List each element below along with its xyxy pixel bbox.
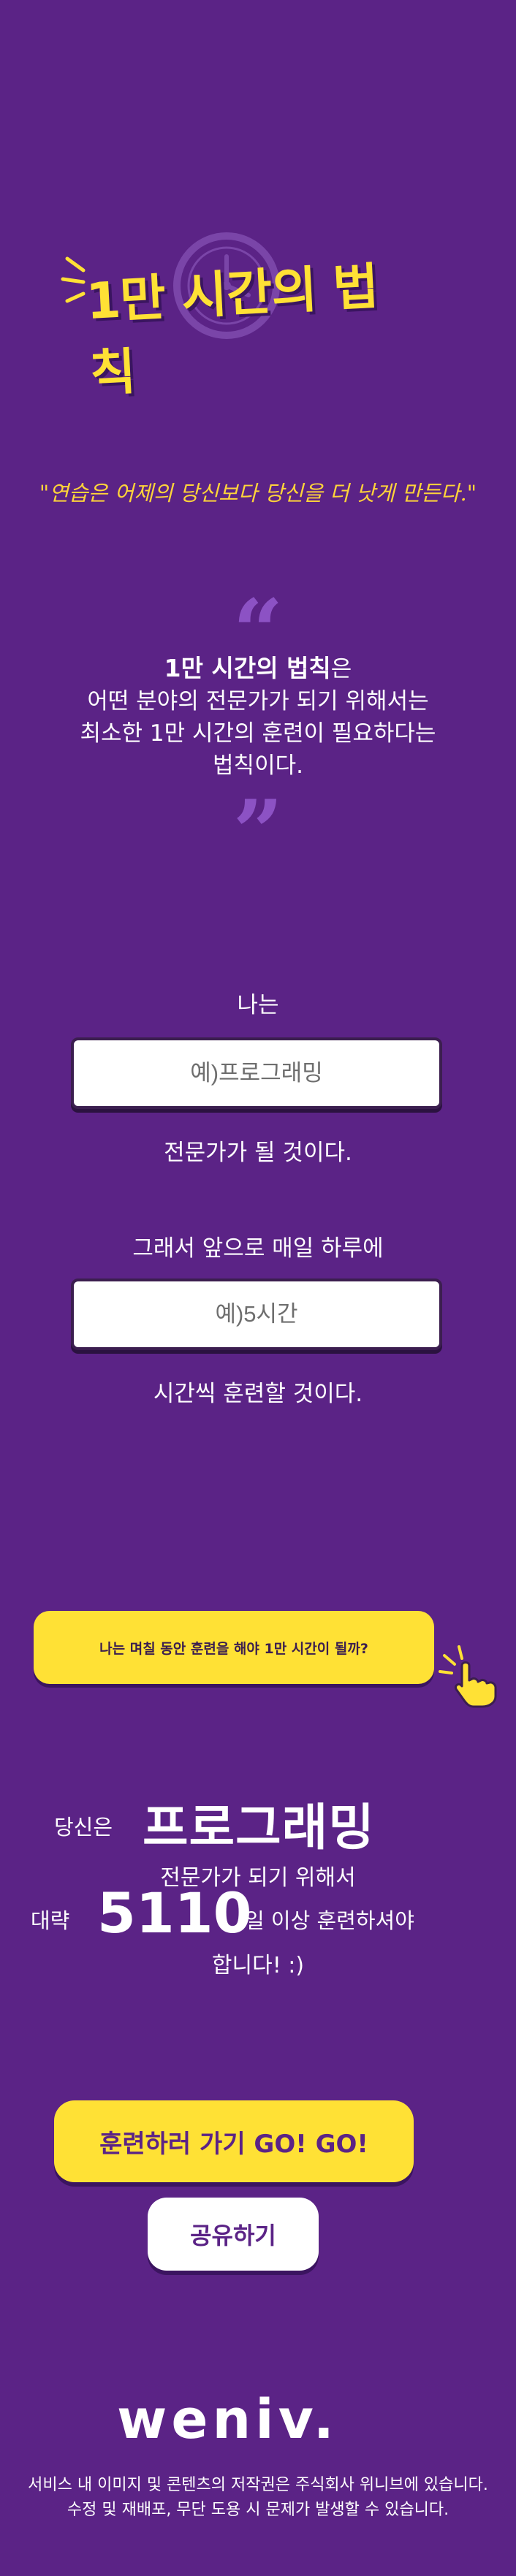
motivational-quote: "연습은 어제의 당신보다 당신을 더 낫게 만든다.": [39, 481, 477, 506]
definition-title-suffix: 은: [330, 656, 352, 682]
result-suffix: 일 이상 훈련하셔야: [245, 1908, 414, 1933]
weniv-logo: weniv.: [117, 2393, 338, 2451]
definition-line1: 1만 시간의 법칙은: [0, 652, 516, 685]
sparkle-icon: [61, 256, 86, 303]
result-days: 5110: [97, 1880, 252, 1946]
quote-close-icon: ”: [232, 781, 284, 884]
copyright-line2: 수정 및 재배포, 무단 도용 시 문제가 발생할 수 있습니다.: [67, 2501, 449, 2519]
hours-input[interactable]: [71, 1279, 442, 1350]
share-button[interactable]: 공유하기: [148, 2198, 319, 2271]
field-input[interactable]: [71, 1037, 442, 1109]
hours-train-label: 시간씩 훈련할 것이다.: [153, 1381, 363, 1407]
weniv-logo-text: weniv.: [117, 2393, 338, 2451]
go-train-button[interactable]: 훈련하러 가기 GO! GO!: [54, 2100, 414, 2182]
pointing-hand-icon: [439, 1645, 497, 1708]
result-about: 대략: [31, 1908, 70, 1933]
definition-title: 1만 시간의 법칙: [164, 654, 331, 682]
definition-line4: 법칙이다.: [213, 752, 303, 779]
definition-line2: 어떤 분야의 전문가가 되기 위해서는: [87, 688, 429, 715]
i-am-label: 나는: [237, 992, 279, 1018]
result-line2: 전문가가 되기 위해서: [160, 1865, 356, 1891]
so-daily-label: 그래서 앞으로 매일 하루에: [132, 1235, 384, 1262]
copyright-notice: 서비스 내 이미지 및 콘텐츠의 저작권은 주식회사 위니브에 있습니다. 수정…: [0, 2473, 516, 2523]
rule-definition: 1만 시간의 법칙은 어떤 분야의 전문가가 되기 위해서는 최소한 1만 시간…: [0, 652, 516, 782]
copyright-line1: 서비스 내 이미지 및 콘텐츠의 저작권은 주식회사 위니브에 있습니다.: [28, 2476, 488, 2494]
app-logo: 1만 시간의 법칙: [58, 226, 424, 403]
will-be-expert-label: 전문가가 될 것이다.: [164, 1140, 352, 1166]
calculate-button[interactable]: 나는 며칠 동안 훈련을 해야 1만 시간이 될까?: [34, 1611, 434, 1684]
definition-line3: 최소한 1만 시간의 훈련이 필요하다는: [80, 720, 436, 747]
result-end: 합니다! :): [211, 1953, 305, 1978]
result-prefix: 당신은: [54, 1815, 113, 1840]
logo-title: 1만 시간의 법칙: [85, 258, 380, 403]
result-field: 프로그래밍: [143, 1799, 375, 1857]
